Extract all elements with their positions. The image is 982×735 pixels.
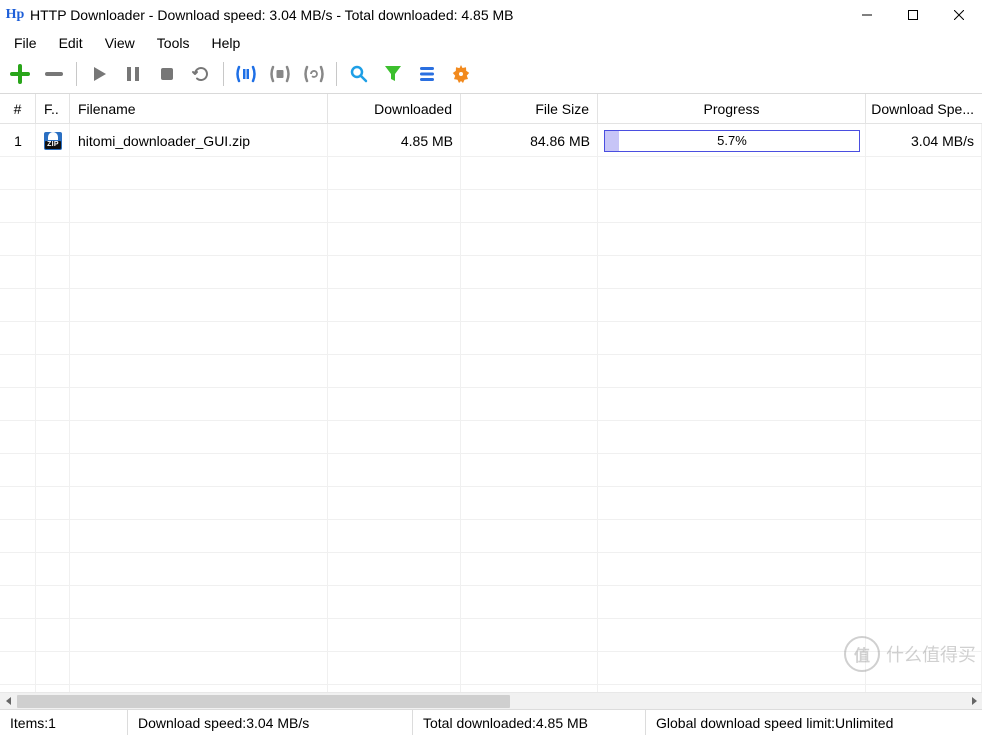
app-icon: Hp bbox=[6, 6, 24, 24]
stop-button[interactable] bbox=[151, 58, 183, 90]
progress-text: 5.7% bbox=[717, 133, 747, 148]
list-icon bbox=[418, 65, 436, 83]
window-controls bbox=[844, 0, 982, 30]
search-icon bbox=[349, 64, 369, 84]
pause-button[interactable] bbox=[117, 58, 149, 90]
statusbar: Items: 1 Download speed: 3.04 MB/s Total… bbox=[0, 709, 982, 735]
pause-icon bbox=[124, 65, 142, 83]
col-header-filesize[interactable]: File Size bbox=[461, 94, 598, 123]
stop-all-button[interactable] bbox=[264, 58, 296, 90]
refresh-icon bbox=[191, 64, 211, 84]
cell-speed: 3.04 MB/s bbox=[866, 124, 982, 157]
watermark: 值 什么值得买 bbox=[844, 636, 976, 672]
filter-button[interactable] bbox=[377, 58, 409, 90]
plus-icon bbox=[10, 64, 30, 84]
zip-icon: ZIP bbox=[44, 132, 62, 150]
gear-icon bbox=[451, 64, 471, 84]
cell-size: 84.86 MB bbox=[461, 124, 598, 157]
scroll-thumb[interactable] bbox=[17, 695, 510, 708]
menu-edit[interactable]: Edit bbox=[49, 33, 93, 53]
col-header-speed[interactable]: Download Spe... bbox=[866, 94, 982, 123]
table-row[interactable]: 1 ZIP hitomi_downloader_GUI.zip 4.85 MB … bbox=[0, 124, 982, 157]
cell-num: 1 bbox=[0, 124, 36, 157]
restart-button[interactable] bbox=[185, 58, 217, 90]
funnel-icon bbox=[384, 64, 402, 84]
stop-bracket-icon bbox=[269, 64, 291, 84]
col-header-progress[interactable]: Progress bbox=[598, 94, 866, 123]
restart-all-button[interactable] bbox=[298, 58, 330, 90]
col-header-num[interactable]: # bbox=[0, 94, 36, 123]
menubar: File Edit View Tools Help bbox=[0, 30, 982, 56]
menu-view[interactable]: View bbox=[95, 33, 145, 53]
scroll-track[interactable] bbox=[17, 693, 965, 709]
cell-progress: 5.7% bbox=[598, 124, 866, 157]
minimize-button[interactable] bbox=[844, 0, 890, 30]
status-limit: Global download speed limit: Unlimited bbox=[646, 710, 982, 735]
minus-icon bbox=[44, 64, 64, 84]
close-button[interactable] bbox=[936, 0, 982, 30]
play-icon bbox=[90, 65, 108, 83]
scroll-left-arrow[interactable] bbox=[0, 693, 17, 710]
toolbar-separator bbox=[76, 62, 77, 86]
remove-button[interactable] bbox=[38, 58, 70, 90]
toolbar-separator bbox=[223, 62, 224, 86]
col-header-filetype[interactable]: F.. bbox=[36, 94, 70, 123]
start-button[interactable] bbox=[83, 58, 115, 90]
pause-active-button[interactable] bbox=[230, 58, 262, 90]
maximize-button[interactable] bbox=[890, 0, 936, 30]
status-speed: Download speed: 3.04 MB/s bbox=[128, 710, 413, 735]
table-body: 1 ZIP hitomi_downloader_GUI.zip 4.85 MB … bbox=[0, 124, 982, 692]
pause-bracket-icon bbox=[235, 64, 257, 84]
menu-help[interactable]: Help bbox=[201, 33, 250, 53]
table-header: # F.. Filename Downloaded File Size Prog… bbox=[0, 94, 982, 124]
cell-filename: hitomi_downloader_GUI.zip bbox=[70, 124, 328, 157]
cell-downloaded: 4.85 MB bbox=[328, 124, 461, 157]
cell-type: ZIP bbox=[36, 124, 70, 157]
scroll-right-arrow[interactable] bbox=[965, 693, 982, 710]
col-header-filename[interactable]: Filename bbox=[70, 94, 328, 123]
window-title: HTTP Downloader - Download speed: 3.04 M… bbox=[30, 7, 514, 23]
search-button[interactable] bbox=[343, 58, 375, 90]
toolbar-separator bbox=[336, 62, 337, 86]
toolbar bbox=[0, 56, 982, 94]
status-total: Total downloaded: 4.85 MB bbox=[413, 710, 646, 735]
stop-icon bbox=[158, 65, 176, 83]
progress-bar: 5.7% bbox=[604, 130, 860, 152]
add-button[interactable] bbox=[4, 58, 36, 90]
status-items: Items: 1 bbox=[0, 710, 128, 735]
titlebar: Hp HTTP Downloader - Download speed: 3.0… bbox=[0, 0, 982, 30]
restart-bracket-icon bbox=[303, 64, 325, 84]
queue-button[interactable] bbox=[411, 58, 443, 90]
col-header-downloaded[interactable]: Downloaded bbox=[328, 94, 461, 123]
settings-button[interactable] bbox=[445, 58, 477, 90]
horizontal-scrollbar[interactable] bbox=[0, 692, 982, 709]
menu-tools[interactable]: Tools bbox=[147, 33, 200, 53]
menu-file[interactable]: File bbox=[4, 33, 47, 53]
